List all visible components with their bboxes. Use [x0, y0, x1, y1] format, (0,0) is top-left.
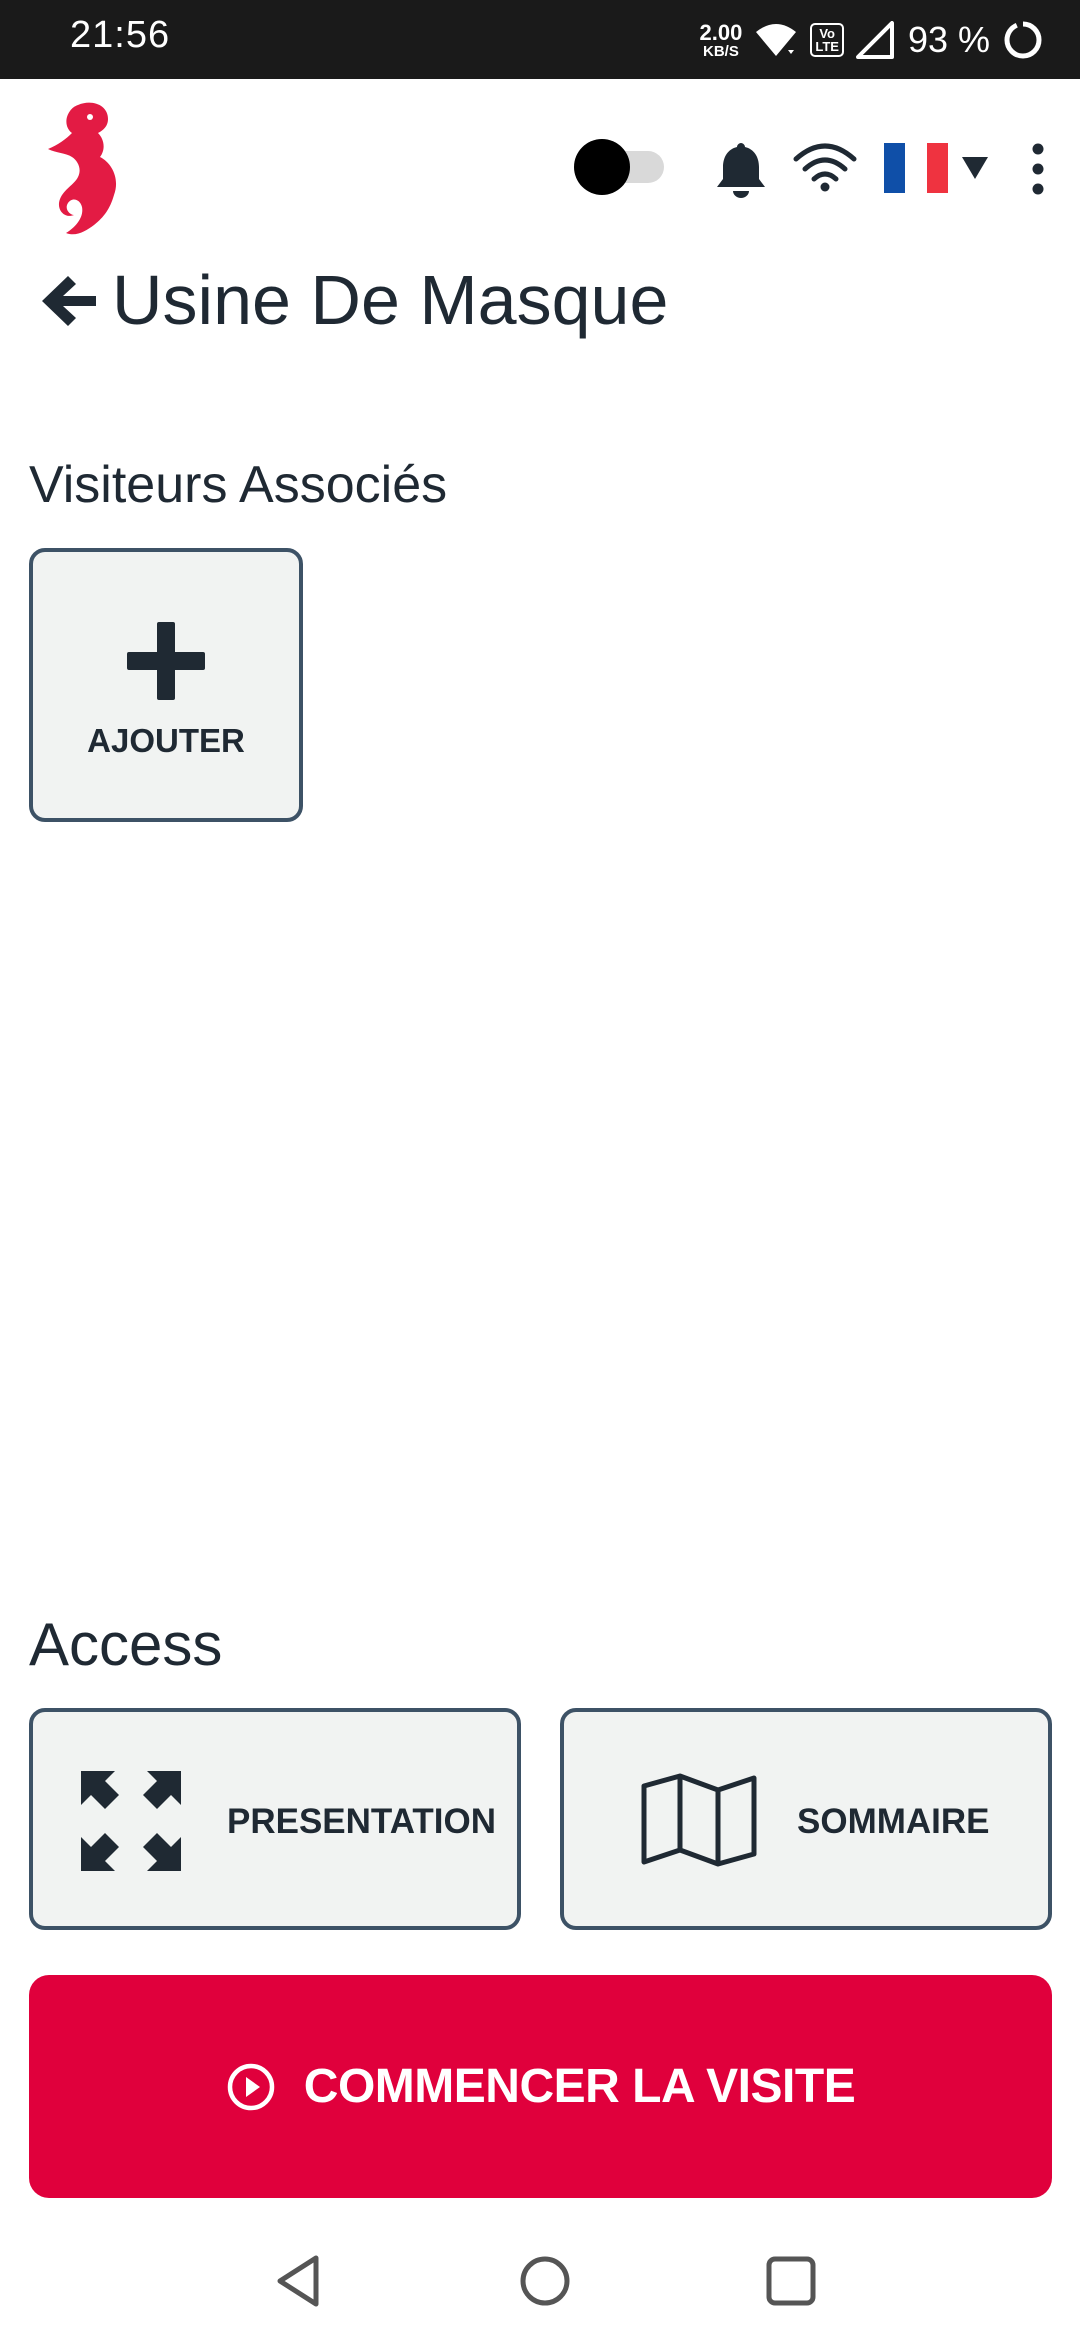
page-title-row: Usine De Masque	[40, 255, 668, 345]
net-speed-value: 2.00	[699, 19, 743, 45]
back-arrow-icon[interactable]	[40, 270, 100, 330]
summary-label: SOMMAIRE	[797, 1802, 990, 1841]
presentation-label: PRESENTATION	[227, 1802, 496, 1841]
signal-icon	[855, 21, 894, 59]
more-vertical-icon[interactable]	[1028, 141, 1048, 197]
volte-icon: Vo LTE	[810, 23, 844, 57]
bell-icon[interactable]	[712, 139, 770, 199]
status-icons: 2.00 KB/S Vo LTE 93 %	[700, 10, 1044, 70]
start-visit-label: COMMENCER LA VISITE	[303, 2060, 856, 2113]
status-bar: 21:56 2.00 KB/S Vo LTE 93 %	[0, 0, 1080, 79]
system-nav-bar	[0, 2230, 1080, 2340]
flag-blue	[884, 143, 906, 193]
flag-white	[905, 143, 927, 193]
net-speed-unit: KB/S	[703, 42, 739, 60]
status-time: 21:56	[70, 14, 171, 56]
access-title: Access	[29, 1611, 223, 1678]
start-visit-button[interactable]: COMMENCER LA VISITE	[29, 1975, 1052, 2198]
toggle-knob	[574, 139, 630, 195]
nav-back-icon[interactable]	[270, 2252, 328, 2310]
summary-button[interactable]: SOMMAIRE	[560, 1708, 1052, 1930]
presentation-button[interactable]: PRESENTATION	[29, 1708, 521, 1930]
chevron-down-icon[interactable]	[958, 151, 992, 185]
play-circle-icon	[227, 2063, 275, 2110]
battery-icon	[1004, 21, 1042, 59]
add-visitor-label: AJOUTER	[87, 722, 245, 759]
france-flag-icon[interactable]	[884, 143, 948, 193]
app-header	[0, 79, 1080, 259]
battery-percent: 93 %	[907, 19, 990, 60]
nav-recents-icon[interactable]	[762, 2252, 820, 2310]
net-speed: 2.00 KB/S	[699, 19, 743, 60]
associated-visitors-title: Visiteurs Associés	[29, 456, 448, 514]
map-icon	[641, 1773, 757, 1867]
wifi-icon[interactable]	[792, 139, 858, 195]
dark-mode-toggle[interactable]	[574, 139, 668, 195]
volte-bottom: LTE	[815, 39, 839, 54]
seahorse-logo[interactable]	[48, 99, 124, 239]
nav-home-icon[interactable]	[516, 2252, 574, 2310]
expand-icon	[81, 1771, 181, 1871]
plus-icon	[127, 622, 205, 700]
flag-red	[926, 143, 948, 193]
wifi-status-icon	[756, 24, 797, 56]
add-visitor-button[interactable]: AJOUTER	[29, 548, 303, 822]
page-title: Usine De Masque	[112, 261, 669, 339]
